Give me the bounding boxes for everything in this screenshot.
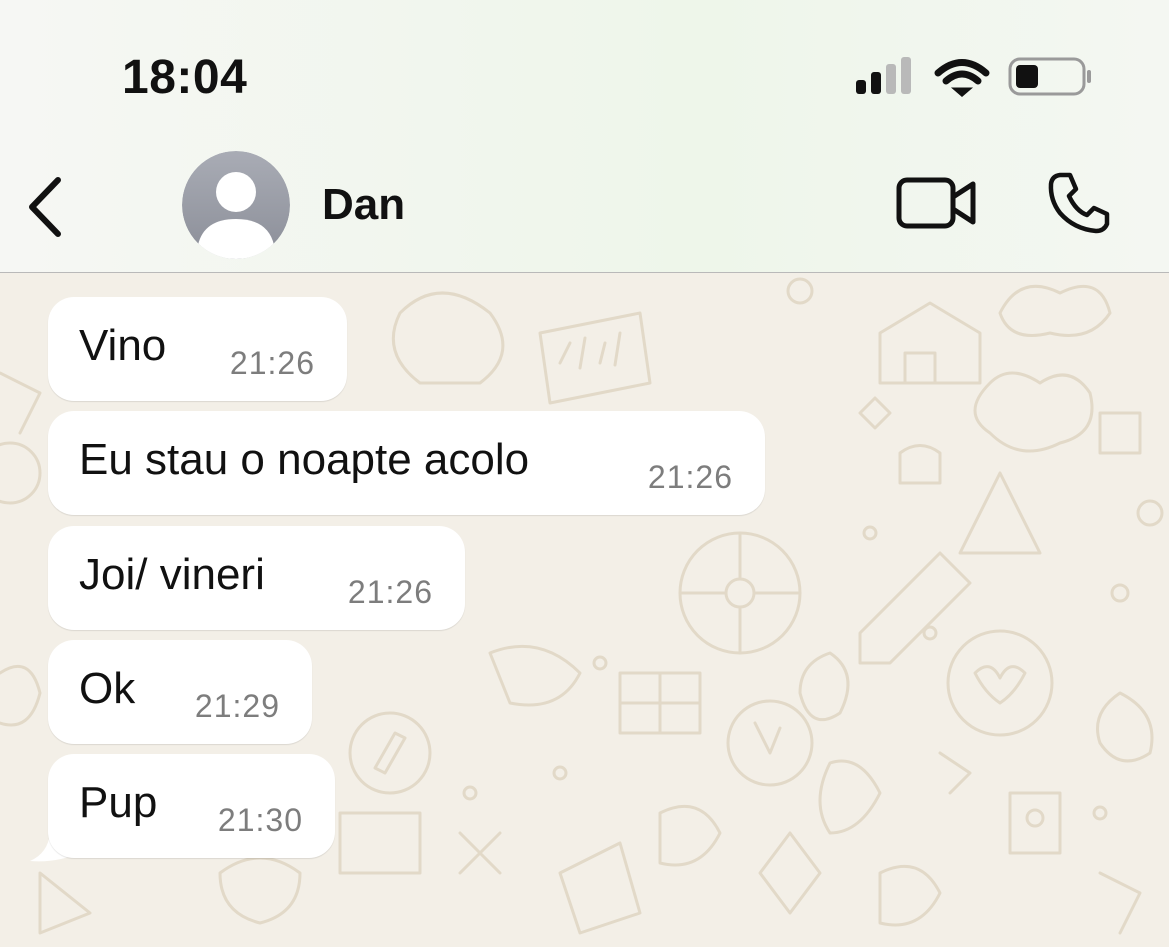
chat-area: Vino 21:26 Eu stau o noapte acolo 21:26 … bbox=[0, 273, 1169, 947]
video-camera-icon[interactable] bbox=[896, 175, 978, 231]
message-bubble[interactable]: Joi/ vineri 21:26 bbox=[48, 526, 465, 630]
message-text: Joi/ vineri bbox=[79, 550, 265, 599]
avatar[interactable] bbox=[182, 151, 290, 259]
message-bubble[interactable]: Vino 21:26 bbox=[48, 297, 347, 401]
message-text: Vino bbox=[79, 321, 167, 370]
message-time: 21:26 bbox=[647, 459, 733, 495]
message-time: 21:26 bbox=[229, 345, 315, 381]
message-bubble[interactable]: Eu stau o noapte acolo 21:26 bbox=[48, 411, 765, 515]
message-time: 21:26 bbox=[347, 574, 433, 610]
message-text: Ok bbox=[79, 664, 136, 713]
phone-icon[interactable] bbox=[1046, 170, 1112, 236]
contact-name[interactable]: Dan bbox=[322, 180, 405, 230]
message-bubble[interactable]: Ok 21:29 bbox=[48, 640, 312, 744]
message-time: 21:29 bbox=[194, 688, 280, 724]
message-text: Pup bbox=[79, 778, 158, 827]
message-bubble[interactable]: Pup 21:30 bbox=[48, 754, 335, 858]
message-time: 21:30 bbox=[217, 802, 303, 838]
cellular-signal-icon bbox=[856, 57, 911, 94]
battery-icon bbox=[1008, 57, 1091, 96]
status-icons bbox=[856, 57, 1091, 97]
top-bar: 18:04 Dan bbox=[0, 0, 1169, 273]
back-chevron-icon[interactable] bbox=[22, 172, 72, 242]
person-icon bbox=[182, 151, 290, 259]
message-text: Eu stau o noapte acolo bbox=[79, 435, 530, 484]
wifi-icon bbox=[934, 59, 990, 97]
